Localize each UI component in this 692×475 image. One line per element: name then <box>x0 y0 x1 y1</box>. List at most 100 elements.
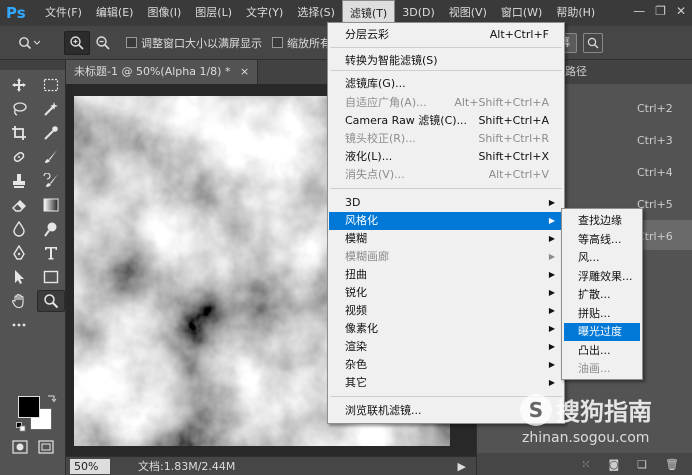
stylize-menu-item[interactable]: 拼贴... <box>564 305 640 323</box>
resize-window-checkbox[interactable]: 调整窗口大小以满屏显示 <box>126 35 262 51</box>
menu-file[interactable]: 文件(F) <box>38 0 89 26</box>
filter-menu-item[interactable]: 像素化 ▶ <box>329 320 563 338</box>
menu-item-label: 浏览联机滤镜... <box>345 404 422 417</box>
move-tool-icon[interactable] <box>5 74 33 96</box>
filter-menu-item: 模糊画廊 ▶ <box>329 248 563 266</box>
filter-menu-item[interactable]: 模糊 ▶ <box>329 230 563 248</box>
menu-image[interactable]: 图像(I) <box>140 0 188 26</box>
submenu-arrow-icon: ▶ <box>548 342 555 351</box>
menu-edit[interactable]: 编辑(E) <box>89 0 141 26</box>
document-tab[interactable]: 未标题-1 @ 50%(Alpha 1/8) * × <box>66 60 259 84</box>
document-size: 文档:1.83M/2.44M <box>138 460 236 473</box>
marquee-tool-icon[interactable] <box>37 74 65 96</box>
stylize-menu-item[interactable]: 凸出... <box>564 342 640 360</box>
filter-menu-item[interactable]: 转换为智能滤镜(S) <box>329 52 563 70</box>
submenu-arrow-icon: ▶ <box>548 378 555 387</box>
zoom-out-icon[interactable] <box>90 31 116 55</box>
gradient-tool-icon[interactable] <box>37 194 65 216</box>
menu-type[interactable]: 文字(Y) <box>239 0 290 26</box>
filter-menu-item: 自适应广角(A)... Alt+Shift+Ctrl+A <box>329 94 563 112</box>
type-tool-icon[interactable] <box>37 242 65 264</box>
submenu-arrow-icon: ▶ <box>548 288 555 297</box>
filter-menu-item[interactable]: 视频 ▶ <box>329 302 563 320</box>
filter-menu-item[interactable]: Camera Raw 滤镜(C)... Shift+Ctrl+A <box>329 112 563 130</box>
new-channel-icon[interactable]: ❏ <box>637 458 647 471</box>
more-tools-icon[interactable] <box>5 314 33 336</box>
load-selection-icon[interactable]: ⁙ <box>581 458 590 471</box>
zoom-all-checkbox[interactable]: 缩放所有 <box>272 35 331 51</box>
zoom-tool-icon[interactable] <box>37 290 65 312</box>
zoom-all-label: 缩放所有 <box>287 36 331 50</box>
menu-item-label: 像素化 <box>345 322 378 335</box>
filter-menu-item[interactable]: 3D ▶ <box>329 194 563 212</box>
stylize-menu-item[interactable]: 扩散... <box>564 286 640 304</box>
rectangle-tool-icon[interactable] <box>37 266 65 288</box>
filter-menu-item[interactable]: 其它 ▶ <box>329 374 563 392</box>
default-colors-icon[interactable] <box>16 422 26 432</box>
restore-button[interactable]: ❐ <box>655 4 666 18</box>
document-tab-title: 未标题-1 @ 50%(Alpha 1/8) * <box>74 65 231 78</box>
submenu-arrow-icon: ▶ <box>548 306 555 315</box>
hand-tool-icon[interactable] <box>5 290 33 312</box>
submenu-arrow-icon: ▶ <box>548 324 555 333</box>
filter-menu-item[interactable]: 滤镜库(G)... <box>329 75 563 93</box>
blur-tool-icon[interactable] <box>5 218 33 240</box>
panel-grip[interactable] <box>0 60 65 70</box>
path-selection-icon[interactable] <box>5 266 33 288</box>
filter-menu-item: 消失点(V)... Alt+Ctrl+V <box>329 166 563 184</box>
stylize-menu-item[interactable]: 风... <box>564 249 640 267</box>
foreground-color-swatch[interactable] <box>18 396 40 418</box>
eraser-tool-icon[interactable] <box>5 194 33 216</box>
magnifier-icon[interactable] <box>12 31 46 55</box>
save-selection-icon[interactable]: ◙ <box>608 458 619 471</box>
menu-item-shortcut: Alt+Shift+Ctrl+A <box>454 96 549 109</box>
filter-menu-item[interactable]: 扭曲 ▶ <box>329 266 563 284</box>
channel-shortcut: Ctrl+2 <box>637 102 673 115</box>
checkbox-box[interactable] <box>126 37 137 48</box>
quick-mask-icon[interactable] <box>12 440 28 454</box>
checkbox-box[interactable] <box>272 37 283 48</box>
swap-colors-icon[interactable] <box>46 394 58 404</box>
submenu-arrow-icon: ▶ <box>548 360 555 369</box>
trash-icon[interactable]: 🗑 <box>665 458 679 471</box>
status-arrow-icon[interactable]: ▶ <box>458 460 466 473</box>
crop-tool-icon[interactable] <box>5 122 33 144</box>
filter-menu-item[interactable]: 风格化 ▶ <box>329 212 563 230</box>
close-button[interactable]: ✕ <box>676 4 686 18</box>
filter-menu: 分层云彩 Alt+Ctrl+F 转换为智能滤镜(S) 滤镜库(G)... 自适应广角(A… <box>327 22 565 424</box>
stylize-menu-item[interactable]: 等高线... <box>564 231 640 249</box>
submenu-arrow-icon: ▶ <box>548 216 555 225</box>
filter-menu-item[interactable]: 分层云彩 Alt+Ctrl+F <box>329 26 563 44</box>
stamp-tool-icon[interactable] <box>5 170 33 192</box>
filter-menu-item[interactable]: 液化(L)... Shift+Ctrl+X <box>329 148 563 166</box>
photoshop-window: Ps 文件(F) 编辑(E) 图像(I) 图层(L) 文字(Y) 选择(S) 滤… <box>0 0 692 475</box>
eyedropper-icon[interactable] <box>37 122 65 144</box>
pen-tool-icon[interactable] <box>5 242 33 264</box>
filter-menu-item: 镜头校正(R)... Shift+Ctrl+R <box>329 130 563 148</box>
close-icon[interactable]: × <box>240 65 249 78</box>
lasso-tool-icon[interactable] <box>5 98 33 120</box>
minimize-button[interactable]: — <box>633 4 645 18</box>
stylize-menu-item[interactable]: 查找边缘 <box>564 212 640 230</box>
zoom-level-field[interactable]: 50% <box>70 458 110 474</box>
submenu-arrow-icon: ▶ <box>548 270 555 279</box>
zoom-in-icon[interactable] <box>64 30 90 55</box>
dodge-tool-icon[interactable] <box>37 218 65 240</box>
search-icon[interactable] <box>583 32 603 53</box>
menu-layer[interactable]: 图层(L) <box>188 0 239 26</box>
brush-tool-icon[interactable] <box>37 146 65 168</box>
menu-item-label: 液化(L)... <box>345 150 393 163</box>
watermark-name: 搜狗指南 <box>556 398 652 426</box>
screen-mode-icon[interactable] <box>38 440 54 454</box>
stylize-menu-item[interactable]: 曝光过度 <box>564 323 640 341</box>
healing-brush-icon[interactable] <box>5 146 33 168</box>
menu-item-label: 风格化 <box>345 214 378 227</box>
filter-menu-item[interactable]: 锐化 ▶ <box>329 284 563 302</box>
filter-menu-item[interactable]: 渲染 ▶ <box>329 338 563 356</box>
stylize-menu-item[interactable]: 浮雕效果... <box>564 268 640 286</box>
menu-item-label: 杂色 <box>345 358 367 371</box>
magic-wand-icon[interactable] <box>37 98 65 120</box>
history-brush-icon[interactable] <box>37 170 65 192</box>
menu-item-label: 镜头校正(R)... <box>345 132 416 145</box>
filter-menu-item[interactable]: 杂色 ▶ <box>329 356 563 374</box>
